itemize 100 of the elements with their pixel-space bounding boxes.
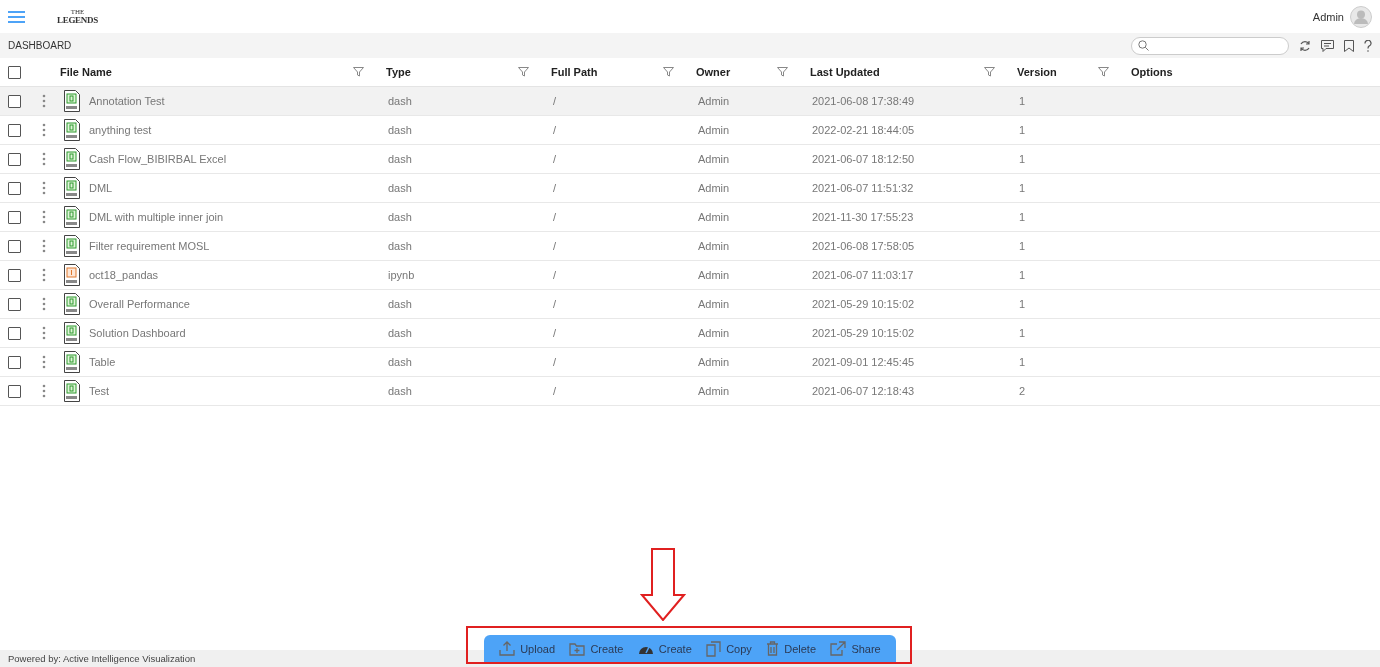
table-cell: dash — [388, 356, 412, 368]
refresh-icon[interactable] — [1299, 39, 1311, 52]
checkbox[interactable] — [8, 384, 21, 398]
action-button[interactable]: Copy — [703, 638, 755, 659]
action-button[interactable]: Delete — [763, 639, 819, 658]
column-header[interactable]: Version — [1017, 66, 1057, 78]
table-cell: / — [553, 356, 557, 368]
table-row[interactable]: oct18_pandas ipynb / Admin 2021-06-07 11:03:17 1 — [0, 261, 1380, 290]
table-cell: 1 — [1019, 182, 1026, 194]
column-header[interactable]: Options — [1131, 66, 1173, 78]
checkbox[interactable] — [8, 326, 21, 340]
more-options-icon[interactable] — [42, 268, 46, 282]
more-options-icon[interactable] — [42, 355, 46, 369]
table-cell: / — [553, 182, 557, 194]
table-cell: 1 — [1019, 211, 1026, 223]
table-cell: dash — [388, 153, 412, 165]
table-cell: 2 — [1019, 385, 1026, 397]
filter-icon[interactable] — [518, 67, 529, 77]
checkbox[interactable] — [8, 268, 21, 282]
checkbox[interactable] — [8, 94, 21, 108]
table-cell: / — [553, 385, 557, 397]
checkbox[interactable] — [8, 355, 21, 369]
help-icon[interactable] — [1364, 39, 1372, 52]
file-name[interactable]: Filter requirement MOSL — [89, 240, 210, 252]
table-cell: dash — [388, 327, 412, 339]
action-button[interactable]: Create — [634, 640, 695, 657]
table-row[interactable]: Filter requirement MOSL dash / Admin 2021-06-08 17:58:05 1 — [0, 232, 1380, 261]
file-name[interactable]: Cash Flow_BIBIRBAL Excel — [89, 153, 227, 165]
search-field[interactable] — [1131, 36, 1289, 55]
file-name[interactable]: Table — [89, 356, 116, 368]
table-row[interactable]: DML with multiple inner join dash / Admin 2021-11-30 17:55:23 1 — [0, 203, 1380, 232]
menu-icon[interactable] — [8, 10, 25, 23]
file-name[interactable]: Test — [89, 385, 110, 397]
more-options-icon[interactable] — [42, 326, 46, 340]
more-options-icon[interactable] — [42, 239, 46, 253]
column-header[interactable]: Full Path — [551, 66, 598, 78]
more-options-icon[interactable] — [42, 152, 46, 166]
more-options-icon[interactable] — [42, 94, 46, 108]
table-row[interactable]: Overall Performance dash / Admin 2021-05-29 10:15:02 1 — [0, 290, 1380, 319]
copy-icon — [706, 640, 722, 657]
file-name[interactable]: anything test — [89, 124, 152, 136]
dashboard-file-icon — [64, 148, 80, 170]
more-options-icon[interactable] — [42, 181, 46, 195]
column-header[interactable]: Type — [386, 66, 411, 78]
table-row[interactable]: anything test dash / Admin 2022-02-21 18:44:05 1 — [0, 116, 1380, 145]
checkbox[interactable] — [8, 123, 21, 137]
comment-icon[interactable] — [1321, 39, 1334, 52]
action-button[interactable]: Upload — [496, 639, 559, 658]
table-cell: 1 — [1019, 95, 1026, 107]
checkbox[interactable] — [8, 181, 21, 195]
table-cell: dash — [388, 95, 412, 107]
file-name[interactable]: Solution Dashboard — [89, 327, 186, 339]
action-button[interactable]: Create — [566, 639, 627, 658]
table-cell: 1 — [1019, 153, 1026, 165]
table-cell: 1 — [1019, 327, 1026, 339]
dashboard-file-icon — [64, 235, 80, 257]
column-header[interactable]: Owner — [696, 66, 731, 78]
table-cell: Admin — [698, 240, 730, 252]
checkbox[interactable] — [8, 210, 21, 224]
column-header[interactable]: File Name — [60, 66, 112, 78]
table-cell: / — [553, 124, 557, 136]
more-options-icon[interactable] — [42, 384, 46, 398]
table-cell: 2021-05-29 10:15:02 — [812, 298, 915, 310]
more-options-icon[interactable] — [42, 210, 46, 224]
table-cell: / — [553, 153, 557, 165]
table-row[interactable]: Annotation Test dash / Admin 2021-06-08 17:38:49 1 — [0, 87, 1380, 116]
file-name[interactable]: Overall Performance — [89, 298, 190, 310]
table-row[interactable]: Test dash / Admin 2021-06-07 12:18:43 2 — [0, 377, 1380, 406]
table-row[interactable]: Cash Flow_BIBIRBAL Excel dash / Admin 2021-06-07 18:12:50 1 — [0, 145, 1380, 174]
table-cell: dash — [388, 385, 412, 397]
action-button[interactable]: Share — [827, 639, 884, 658]
file-name[interactable]: oct18_pandas — [89, 269, 159, 281]
table-cell: 2021-11-30 17:55:23 — [812, 211, 914, 223]
checkbox[interactable] — [8, 239, 21, 253]
checkbox[interactable] — [8, 297, 21, 311]
table-cell: Admin — [698, 385, 730, 397]
checkbox[interactable] — [8, 152, 21, 166]
filter-icon[interactable] — [984, 67, 995, 77]
filter-icon[interactable] — [777, 67, 788, 77]
filter-icon[interactable] — [353, 67, 364, 77]
column-header[interactable]: Last Updated — [810, 66, 880, 78]
user-name[interactable]: Admin — [1312, 10, 1344, 23]
more-options-icon[interactable] — [42, 297, 46, 311]
table-cell: / — [553, 269, 557, 281]
table-row[interactable]: DML dash / Admin 2021-06-07 11:51:32 1 — [0, 174, 1380, 203]
avatar-icon[interactable] — [1350, 5, 1372, 28]
bookmark-icon[interactable] — [1344, 39, 1354, 52]
filter-icon[interactable] — [1098, 67, 1109, 77]
add-folder-icon — [569, 641, 586, 656]
file-name[interactable]: DML with multiple inner join — [89, 211, 224, 223]
checkbox[interactable] — [8, 65, 21, 79]
file-name[interactable]: DML — [89, 182, 113, 194]
table-row[interactable]: Solution Dashboard dash / Admin 2021-05-29 10:15:02 1 — [0, 319, 1380, 348]
table-cell: dash — [388, 211, 412, 223]
table-cell: Admin — [698, 211, 730, 223]
file-name[interactable]: Annotation Test — [89, 95, 165, 107]
table-row[interactable]: Table dash / Admin 2021-09-01 12:45:45 1 — [0, 348, 1380, 377]
filter-icon[interactable] — [663, 67, 674, 77]
table-cell: Admin — [698, 95, 730, 107]
more-options-icon[interactable] — [42, 123, 46, 137]
